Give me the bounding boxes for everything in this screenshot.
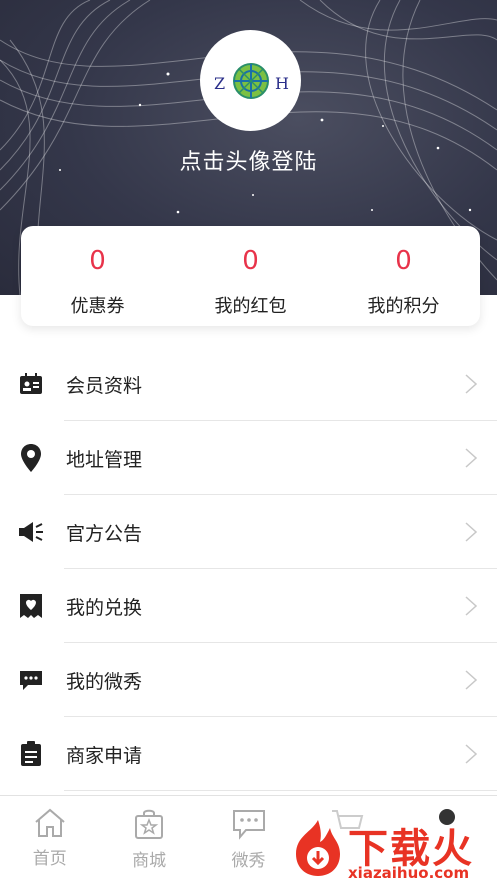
svg-text:Z: Z [214,74,225,93]
heart-tag-icon [18,593,44,619]
menu-item-announcement[interactable]: 官方公告 [0,495,497,569]
menu-item-label: 我的微秀 [66,670,143,693]
member-card-icon [18,371,44,397]
stat-value: 0 [242,246,259,276]
menu-item-label: 商家申请 [66,744,143,767]
watermark-url: xiazaihuo.com [348,864,470,882]
stat-label: 我的积分 [367,296,440,317]
stat-coupons[interactable]: 0 优惠券 [21,226,174,326]
chat-icon [232,810,265,840]
megaphone-icon [18,519,44,545]
avatar[interactable]: Z H [200,30,301,131]
login-prompt[interactable]: 点击头像登陆 [0,144,497,176]
menu-item-label: 地址管理 [66,448,143,471]
flame-logo-icon [296,820,340,876]
tab-label: 首页 [32,849,67,869]
chevron-right-icon [465,670,477,690]
location-pin-icon [18,444,44,472]
shopping-bag-icon [135,809,164,839]
clipboard-icon [18,741,44,767]
chevron-right-icon [465,596,477,616]
tab-mall[interactable]: 商城 [99,796,198,884]
stat-label: 我的红包 [214,296,287,317]
menu-item-label: 官方公告 [66,522,143,545]
stat-red-packets[interactable]: 0 我的红包 [174,226,327,326]
menu-item-label: 会员资料 [66,374,143,397]
menu-item-member-info[interactable]: 会员资料 [0,347,497,421]
chat-bubble-icon [18,667,44,693]
tab-label: 微秀 [231,851,266,871]
chevron-right-icon [465,374,477,394]
menu-item-exchange[interactable]: 我的兑换 [0,569,497,643]
watermark: 下载火 xiazaihuo.com [290,812,497,883]
stat-value: 0 [89,246,106,276]
divider [64,790,497,791]
stats-card: 0 优惠券 0 我的红包 0 我的积分 [21,226,480,326]
tab-label: 商城 [132,851,167,871]
menu-list: 会员资料 地址管理 官方公告 我的兑换 我的微秀 商家申请 [0,347,497,791]
avatar-logo-icon: Z H [214,62,289,99]
home-icon [35,808,65,837]
chevron-right-icon [465,522,477,542]
tab-home[interactable]: 首页 [0,796,99,884]
chevron-right-icon [465,448,477,468]
menu-item-my-posts[interactable]: 我的微秀 [0,643,497,717]
menu-item-label: 我的兑换 [66,596,143,619]
chevron-right-icon [465,744,477,764]
stat-points[interactable]: 0 我的积分 [327,226,480,326]
tab-weixiu[interactable]: 微秀 [199,796,298,884]
menu-item-address[interactable]: 地址管理 [0,421,497,495]
stat-label: 优惠券 [70,296,125,317]
stat-value: 0 [395,246,412,276]
menu-item-merchant-apply[interactable]: 商家申请 [0,717,497,791]
svg-text:H: H [275,74,289,93]
